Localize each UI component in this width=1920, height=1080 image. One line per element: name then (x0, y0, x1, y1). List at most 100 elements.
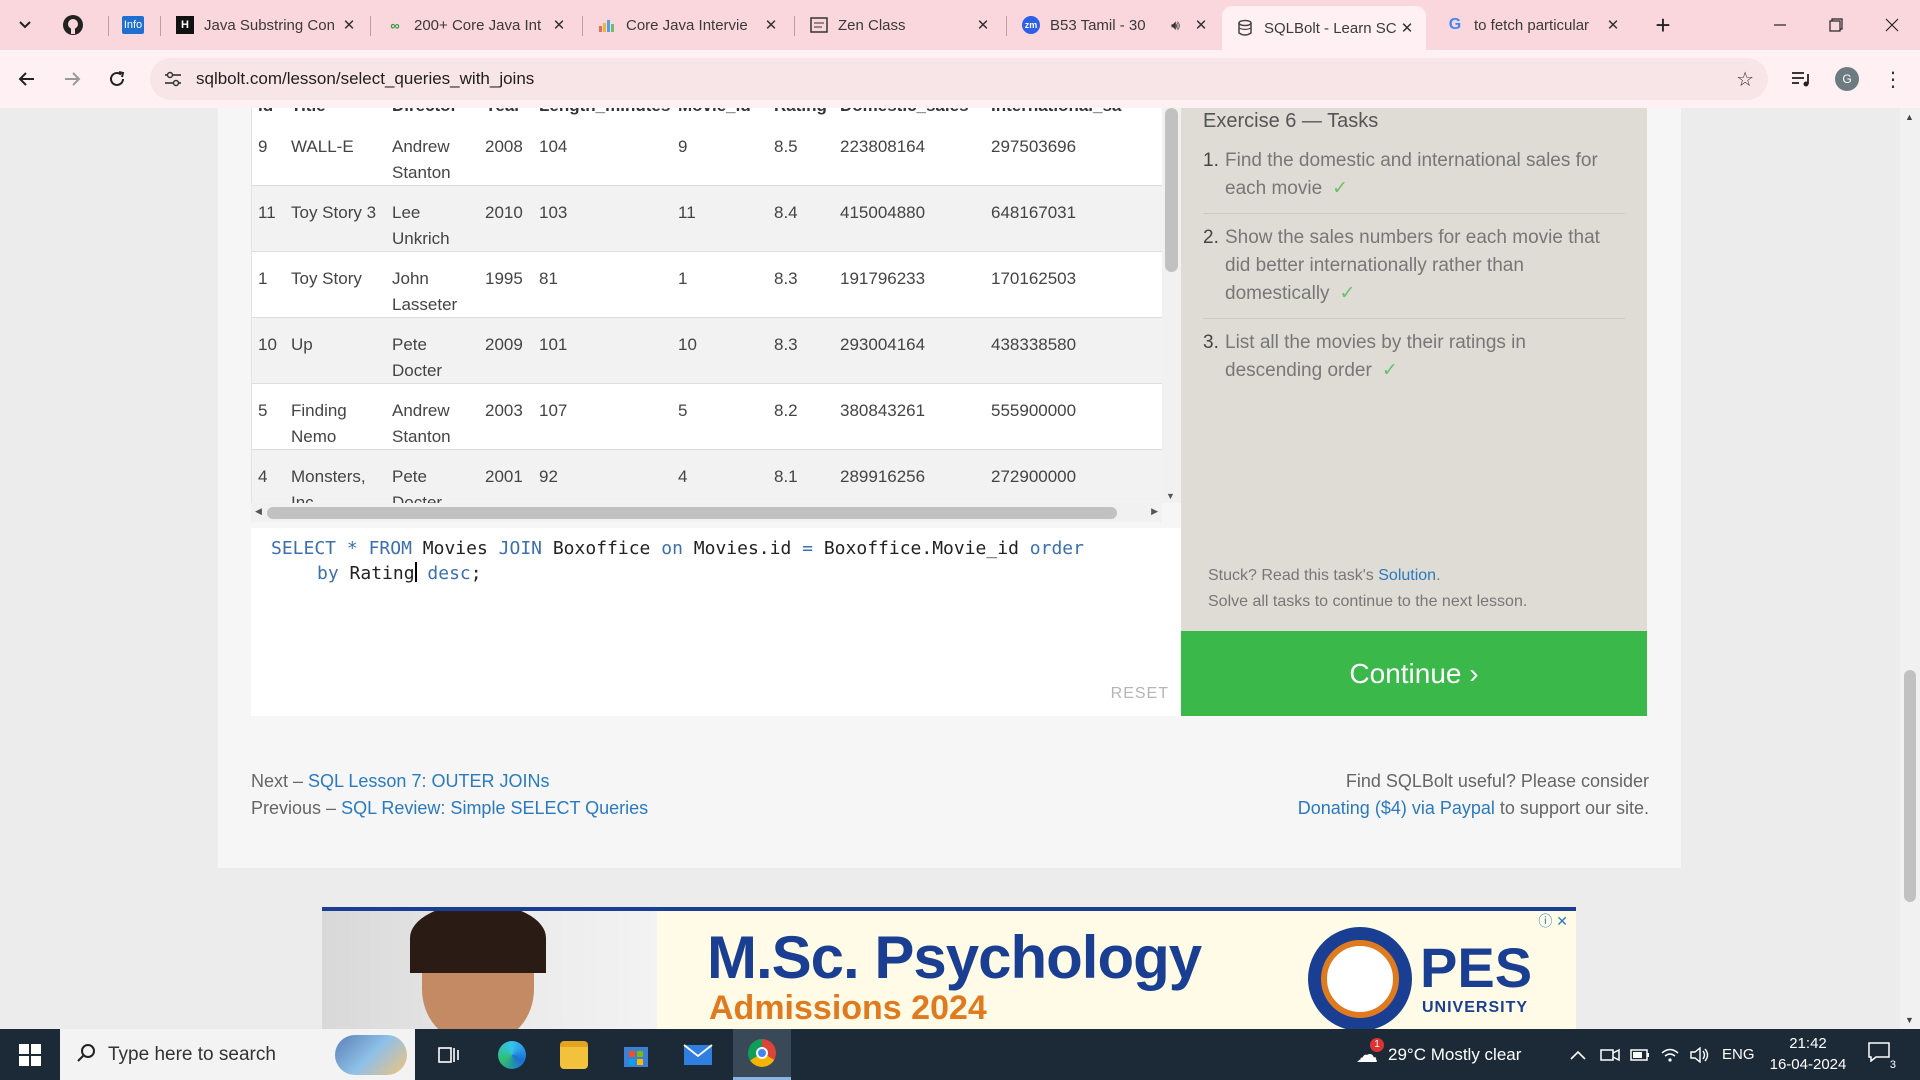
language-indicator[interactable]: ENG (1722, 1029, 1755, 1080)
scroll-down-arrow-icon[interactable]: ▼ (1905, 1015, 1914, 1025)
close-icon[interactable]: ✕ (762, 16, 780, 34)
arrow-right-icon (65, 72, 81, 86)
media-controls-button[interactable] (1784, 62, 1818, 96)
taskbar-app-store[interactable] (607, 1029, 665, 1080)
sql-keyword: order (1029, 538, 1084, 559)
scroll-left-arrow-icon[interactable]: ◀ (255, 506, 262, 517)
taskbar-search[interactable]: Type here to search (60, 1029, 415, 1080)
task-text: Find the domestic and international sale… (1225, 150, 1598, 199)
pinned-tab-github[interactable] (60, 12, 86, 38)
minimize-button[interactable] (1752, 0, 1808, 50)
table-row: 4 Monsters, Inc. Pete Docter 2001 92 4 8… (252, 450, 1171, 503)
tab-search-button[interactable] (10, 10, 40, 40)
solution-link[interactable]: Solution (1378, 567, 1436, 584)
page-scrollbar[interactable]: ▲ ▼ (1900, 108, 1920, 1029)
system-clock[interactable]: 21:42 16-04-2024 (1760, 1033, 1856, 1075)
table-vertical-scrollbar[interactable]: ▼ (1162, 108, 1181, 503)
tab-separator (370, 16, 371, 36)
close-window-button[interactable] (1864, 0, 1920, 50)
taskbar-app-chrome[interactable] (733, 1029, 791, 1080)
database-icon (1236, 19, 1254, 37)
close-icon[interactable]: ✕ (1192, 16, 1210, 34)
table-horizontal-scrollbar[interactable]: ◀ ▶ (251, 503, 1162, 522)
tab-zen-class[interactable]: Zen Class ✕ (796, 6, 1002, 44)
pinned-tab-info[interactable]: Info (120, 12, 146, 38)
volume-icon[interactable] (1690, 1029, 1710, 1080)
table-row: 9 WALL-E Andrew Stanton 2008 104 9 8.5 2… (252, 120, 1171, 186)
close-icon[interactable]: ✕ (550, 16, 568, 34)
ad-headline: M.Sc. Psychology (707, 924, 1202, 991)
scrollbar-thumb[interactable] (1165, 108, 1178, 272)
address-bar[interactable]: sqlbolt.com/lesson/select_queries_with_j… (150, 58, 1768, 100)
menu-kebab-icon[interactable]: ⋮ (1876, 62, 1910, 96)
wifi-icon[interactable] (1660, 1029, 1680, 1080)
cell-year: 2001 (485, 467, 523, 486)
scroll-up-arrow-icon[interactable]: ▲ (1905, 112, 1914, 122)
tab-title: Zen Class (838, 16, 906, 34)
back-button[interactable] (10, 62, 44, 96)
page-viewport: Id Title Director Year Length_minutes Mo… (0, 108, 1920, 1029)
speaker-icon[interactable]: 🔊︎ (1171, 17, 1180, 34)
start-button[interactable] (0, 1029, 60, 1080)
weather-text: 29°C Mostly clear (1388, 1044, 1522, 1064)
continue-button[interactable]: Continue › (1181, 631, 1647, 716)
tab-sqlbolt[interactable]: SQLBolt - Learn SC ✕ (1222, 6, 1426, 50)
sql-editor[interactable]: SELECT * FROM Movies JOIN Boxoffice on M… (251, 528, 1181, 716)
tab-b53-tamil[interactable]: zm B53 Tamil - 30 🔊︎ ✕ (1008, 6, 1220, 44)
close-icon (1885, 18, 1899, 32)
restore-button[interactable] (1808, 0, 1864, 50)
donate-suffix: to support our site. (1499, 798, 1649, 818)
notification-center-button[interactable]: 3 (1868, 1029, 1896, 1080)
forward-button[interactable] (55, 62, 89, 96)
meet-now-icon[interactable] (1600, 1029, 1620, 1080)
ad-choices-icon[interactable]: ⓘ ✕ (1538, 911, 1568, 931)
scroll-down-arrow-icon[interactable]: ▼ (1166, 491, 1175, 501)
cell-international-sales: 438338580 (991, 335, 1077, 354)
clock-time: 21:42 (1789, 1035, 1827, 1052)
tab-google-search[interactable]: G to fetch particular ✕ (1432, 6, 1632, 44)
tab-core-java-interview[interactable]: Core Java Intervie ✕ (584, 6, 790, 44)
close-icon[interactable]: ✕ (340, 16, 358, 34)
taskbar-app-edge[interactable] (483, 1029, 541, 1080)
task-view-button[interactable] (420, 1029, 478, 1080)
donate-link[interactable]: Donating ($4) via Paypal (1298, 798, 1495, 818)
checkmark-icon: ✓ (1332, 178, 1349, 199)
mail-icon (683, 1043, 713, 1065)
table-row: 11 Toy Story 3 Lee Unkrich 2010 103 11 8… (252, 186, 1171, 252)
ad-banner[interactable]: M.Sc. Psychology Admissions 2024 PES UNI… (322, 907, 1576, 1029)
weather-cloud-icon: ☁︎ 1 (1356, 1037, 1384, 1068)
taskbar-app-mail[interactable] (669, 1029, 727, 1080)
close-icon[interactable]: ✕ (974, 16, 992, 34)
site-info-icon[interactable] (162, 68, 184, 90)
scroll-right-arrow-icon[interactable]: ▶ (1151, 506, 1158, 517)
cell-movie-id: 1 (678, 269, 688, 288)
weather-widget[interactable]: ☁︎ 1 29°C Mostly clear (1356, 1029, 1521, 1080)
reset-button[interactable]: RESET (1111, 681, 1169, 706)
tab-java-substring[interactable]: H Java Substring Con ✕ (162, 6, 368, 44)
scrollbar-thumb[interactable] (1904, 670, 1916, 902)
show-hidden-icons-button[interactable] (1570, 1029, 1586, 1080)
column-header: International_sa (991, 108, 1121, 116)
cell-rating: 8.5 (774, 137, 798, 156)
profile-button[interactable]: G (1830, 62, 1864, 96)
table-row: 5 Finding Nemo Andrew Stanton 2003 107 5… (252, 384, 1171, 450)
battery-icon[interactable] (1630, 1029, 1650, 1080)
text-caret (414, 562, 417, 582)
sql-identifier: Boxoffice.Movie_id (823, 538, 1019, 559)
column-header: Id (258, 108, 273, 116)
tab-core-java-200[interactable]: ∞ 200+ Core Java Int ✕ (372, 6, 578, 44)
link-icon: ∞ (390, 17, 400, 33)
close-icon[interactable]: ✕ (1604, 16, 1622, 34)
reload-button[interactable] (100, 62, 134, 96)
next-lesson-link[interactable]: SQL Lesson 7: OUTER JOINs (308, 771, 549, 791)
sql-identifier: Movies.id (693, 538, 792, 559)
previous-lesson-link[interactable]: SQL Review: Simple SELECT Queries (341, 798, 648, 818)
cell-title: Monsters, Inc. (291, 467, 366, 503)
cell-length: 103 (539, 203, 568, 222)
cell-rating: 8.3 (774, 335, 798, 354)
bookmark-star-icon[interactable]: ☆ (1736, 67, 1754, 92)
close-icon[interactable]: ✕ (1398, 19, 1416, 37)
taskbar-app-file-explorer[interactable] (545, 1029, 603, 1080)
new-tab-button[interactable]: + (1634, 0, 1692, 50)
scrollbar-thumb[interactable] (267, 507, 1117, 519)
